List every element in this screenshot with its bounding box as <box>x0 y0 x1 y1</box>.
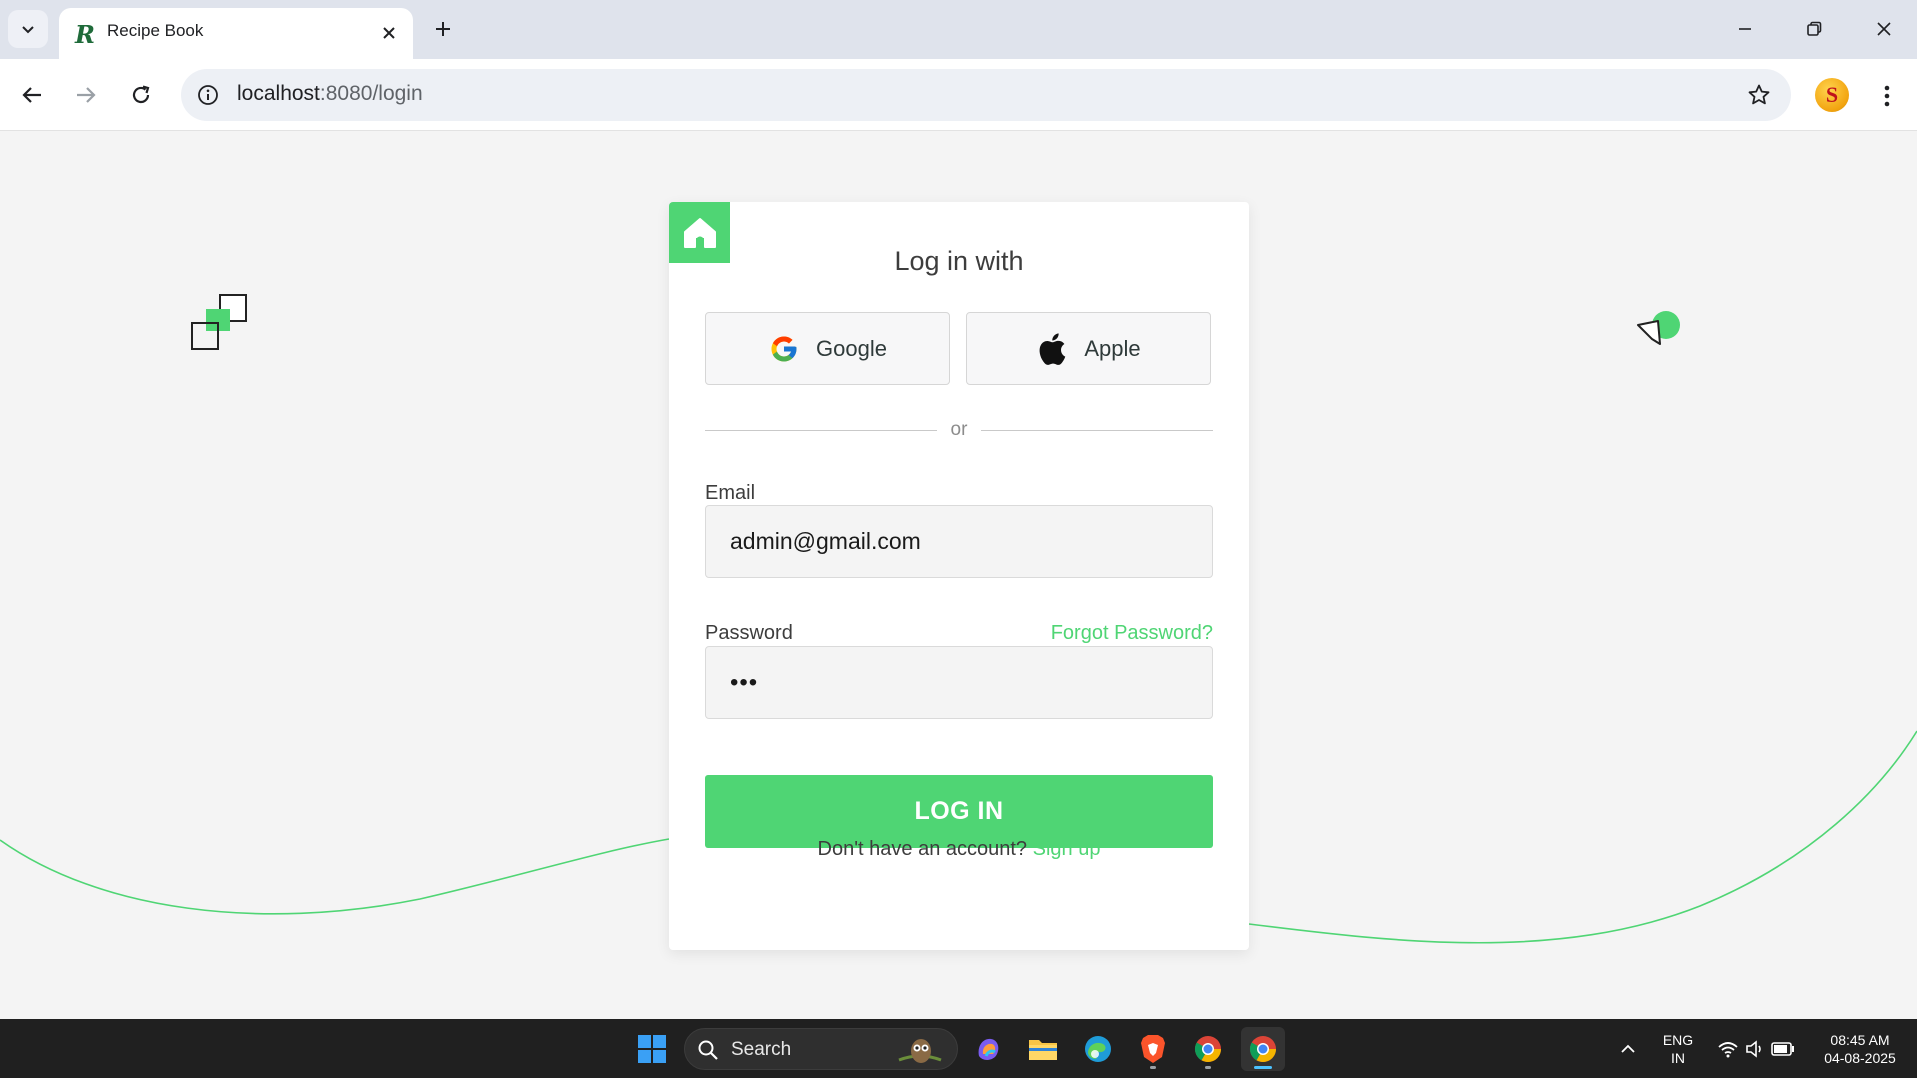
brave-icon <box>1141 1035 1165 1063</box>
clock[interactable]: 08:45 AM 04-08-2025 <box>1812 1031 1908 1067</box>
chevron-up-icon <box>1621 1044 1635 1053</box>
more-vertical-icon <box>1884 85 1890 107</box>
chevron-down-icon <box>22 26 34 34</box>
browser-tab[interactable]: R Recipe Book <box>59 8 413 59</box>
tab-search-button[interactable] <box>8 10 48 48</box>
taskbar-chrome[interactable] <box>1186 1027 1230 1071</box>
email-field[interactable]: admin@gmail.com <box>705 505 1213 578</box>
clock-time: 08:45 AM <box>1830 1032 1890 1048</box>
language-region: IN <box>1671 1050 1685 1066</box>
taskbar-search-box[interactable]: Search <box>684 1028 958 1070</box>
password-label: Password <box>705 622 793 644</box>
forgot-password-link[interactable]: Forgot Password? <box>1051 622 1213 645</box>
arrow-right-icon <box>77 87 96 103</box>
windows-taskbar: Search ENG IN 08:45 AM 04-08-2025 <box>0 1019 1917 1078</box>
apple-icon <box>1036 332 1068 365</box>
login-heading: Log in with <box>894 246 1024 276</box>
active-indicator <box>1254 1066 1272 1069</box>
search-icon <box>698 1040 718 1060</box>
tab-strip: R Recipe Book <box>0 0 1917 59</box>
reload-button[interactable] <box>121 75 161 115</box>
running-indicator <box>1205 1066 1211 1069</box>
taskbar-file-explorer[interactable] <box>1021 1027 1065 1071</box>
folder-icon <box>1029 1040 1057 1060</box>
apple-label: Apple <box>1084 335 1141 361</box>
browser-menu-button[interactable] <box>1872 81 1902 111</box>
taskbar-copilot[interactable] <box>966 1027 1010 1071</box>
show-hidden-icons-button[interactable] <box>1608 1027 1648 1071</box>
divider-line-right <box>981 430 1213 431</box>
volume-icon <box>1746 1040 1761 1058</box>
system-tray-status[interactable] <box>1706 1027 1806 1071</box>
restore-icon <box>1807 21 1822 36</box>
taskbar-brave[interactable] <box>1131 1027 1175 1071</box>
new-tab-button[interactable] <box>427 13 459 45</box>
taskbar-edge[interactable] <box>1076 1027 1120 1071</box>
start-button[interactable] <box>630 1027 674 1071</box>
signup-prompt: Don't have an account? Sign up <box>669 838 1249 861</box>
running-indicator <box>1150 1066 1156 1069</box>
restore-button[interactable] <box>1792 8 1836 50</box>
search-highlight-owl-icon <box>893 1033 947 1067</box>
url-host: localhost <box>237 82 320 105</box>
minimize-button[interactable] <box>1723 8 1767 50</box>
windows-logo-icon <box>638 1035 666 1063</box>
minimize-icon <box>1739 28 1751 30</box>
taskbar-search-placeholder: Search <box>731 1039 792 1060</box>
google-icon <box>768 333 800 365</box>
recipe-book-favicon-icon: R <box>75 19 95 49</box>
chrome-icon <box>1194 1036 1222 1063</box>
email-label: Email <box>705 482 756 504</box>
profile-avatar[interactable]: S <box>1815 78 1849 112</box>
copilot-icon <box>978 1038 999 1060</box>
close-window-button[interactable] <box>1862 8 1906 50</box>
forward-button[interactable] <box>66 75 106 115</box>
wifi-icon <box>1718 1042 1738 1058</box>
chrome-icon <box>1249 1036 1277 1063</box>
star-icon <box>1748 84 1770 105</box>
browser-toolbar: localhost:8080/login S <box>0 59 1917 131</box>
google-label: Google <box>816 335 887 361</box>
google-login-button[interactable]: Google <box>705 312 950 385</box>
login-card: Log in with Google Apple or Email admin@… <box>669 202 1249 950</box>
signup-link[interactable]: Sign up <box>1033 838 1101 860</box>
decorative-cursor-icon <box>1637 311 1680 345</box>
taskbar-chrome-active[interactable] <box>1241 1027 1285 1071</box>
language-code: ENG <box>1662 1032 1694 1048</box>
edge-icon <box>1085 1036 1111 1062</box>
info-icon <box>198 85 218 105</box>
clock-date: 04-08-2025 <box>1824 1050 1896 1066</box>
back-button[interactable] <box>12 75 52 115</box>
arrow-left-icon <box>22 87 41 103</box>
decorative-squares-icon <box>191 294 247 350</box>
close-icon <box>1877 22 1891 36</box>
tab-close-button[interactable] <box>377 21 401 45</box>
url-path: :8080/login <box>319 82 423 105</box>
login-page: Log in with Google Apple or Email admin@… <box>0 131 1917 1019</box>
home-icon <box>683 217 716 248</box>
password-field[interactable]: ••• <box>705 646 1213 719</box>
address-bar[interactable]: localhost:8080/login <box>181 69 1791 121</box>
signup-prompt-text: Don't have an account? <box>817 838 1028 860</box>
site-info-icon[interactable] <box>195 82 221 108</box>
bookmark-star-button[interactable] <box>1745 81 1773 109</box>
plus-icon <box>436 22 450 36</box>
language-indicator[interactable]: ENG IN <box>1660 1031 1696 1067</box>
reload-icon <box>132 85 150 104</box>
url-text: localhost:8080/login <box>237 82 423 106</box>
close-icon <box>383 27 395 39</box>
battery-icon <box>1771 1042 1794 1056</box>
apple-login-button[interactable]: Apple <box>966 312 1211 385</box>
browser-window: R Recipe Book localhost:8080/login S Log… <box>0 0 1917 1078</box>
tab-title: Recipe Book <box>107 21 204 40</box>
